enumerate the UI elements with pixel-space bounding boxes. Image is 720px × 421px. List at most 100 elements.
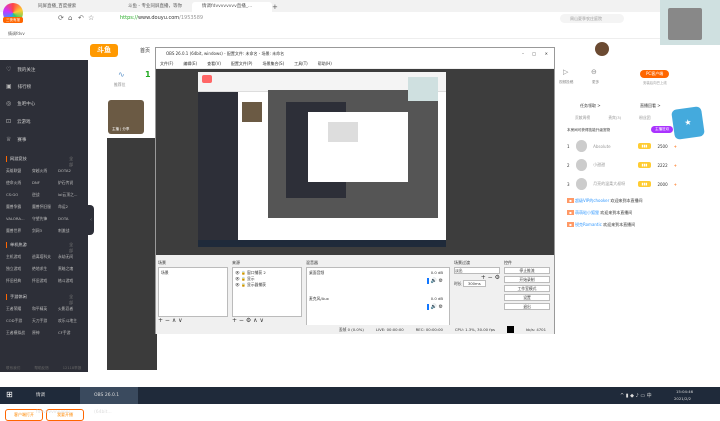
anchor-thumbnail[interactable]: 主播 | 分享: [108, 100, 144, 134]
sidebar-item-cloud-game[interactable]: ⊡ 云游戏: [6, 118, 31, 125]
event-banner-icon[interactable]: ★: [671, 106, 705, 140]
search-input[interactable]: 周山夏季农庄庭院: [560, 14, 624, 23]
sidebar-collapse-button[interactable]: ‹: [88, 205, 94, 235]
tab-douyu[interactable]: 斗鱼 - 专业同屏直播，等你: [118, 2, 190, 12]
rank-row[interactable]: 1 Absolute ▮▮▮ 2500 +: [567, 140, 677, 152]
game-category-link[interactable]: 怀旧经典: [6, 278, 32, 284]
game-category-link[interactable]: CF手游: [58, 330, 84, 336]
footer-link[interactable]: 帮助反馈: [34, 366, 48, 371]
plus-icon[interactable]: +: [674, 163, 677, 168]
game-category-link[interactable]: DOTA2: [58, 168, 84, 174]
game-category-link[interactable]: 逆战: [32, 192, 58, 198]
game-category-link[interactable]: 魔兽怀旧服: [32, 204, 58, 210]
source-item[interactable]: 👁 🔒 显示器捕获: [235, 282, 299, 288]
bookmark-item[interactable]: 情调fdvv: [8, 31, 25, 36]
obs-preview[interactable]: [156, 69, 554, 255]
game-category-link[interactable]: 刺激战: [58, 228, 84, 234]
game-category-link[interactable]: 永劫无间: [58, 254, 84, 260]
game-category-link[interactable]: 命运2: [58, 204, 84, 210]
obs-menu-item[interactable]: 配置文件(P): [231, 59, 253, 68]
obs-menu-item[interactable]: 工具(T): [294, 59, 308, 68]
taskbar-app-obs[interactable]: OBS 26.0.1 (64bit...: [80, 387, 138, 415]
star-icon[interactable]: ☆: [88, 14, 94, 22]
game-category-link[interactable]: 欢乐斗地主: [58, 318, 84, 324]
obs-menu-item[interactable]: 编辑(E): [183, 59, 197, 68]
volume-controls[interactable]: | 🔊 ⚙: [427, 278, 443, 284]
home-icon[interactable]: ⌂: [68, 14, 72, 22]
footer-link[interactable]: 12118举报: [63, 366, 82, 371]
scene-controls[interactable]: + − ∧ ∨: [158, 317, 228, 324]
game-category-link[interactable]: COD手游: [6, 318, 32, 324]
start-recording-button[interactable]: 开始录制: [504, 276, 550, 283]
chat-user[interactable]: 萌萌哒小狐狸: [575, 210, 599, 215]
plus-icon[interactable]: +: [674, 144, 677, 149]
obs-menu-item[interactable]: 帮助(H): [318, 59, 332, 68]
game-category-link[interactable]: DOTA: [58, 216, 84, 222]
see-all-link[interactable]: 全部: [69, 294, 73, 306]
stop-streaming-button[interactable]: 停止推流: [504, 267, 550, 274]
obs-menu-item[interactable]: 查看(V): [207, 59, 221, 68]
chat-user[interactable]: 锐克Romantic: [575, 222, 602, 227]
volume-controls[interactable]: | 🔊 ⚙: [427, 304, 443, 310]
tab-stream[interactable]: 情调fdvvvvvvvv直播_...: [192, 2, 272, 12]
game-category-link[interactable]: CS:GO: [6, 192, 32, 198]
system-tray-icons[interactable]: ^ ▮ ◆ ♪ ▭ 中: [620, 392, 652, 399]
video-upload-icon[interactable]: ▷: [563, 68, 568, 76]
game-category-link[interactable]: 原神: [32, 330, 58, 336]
minimize-button[interactable]: –: [522, 48, 524, 59]
scene-item[interactable]: 场景: [161, 270, 225, 276]
douyu-logo[interactable]: 斗鱼: [90, 44, 118, 57]
game-category-link[interactable]: lol云顶之...: [58, 192, 84, 198]
duration-input[interactable]: 300ms: [462, 280, 486, 287]
sidebar-item-yuba[interactable]: ◎ 鱼吧中心: [6, 100, 35, 107]
game-category-link[interactable]: 英雄联盟: [6, 168, 32, 174]
game-category-link[interactable]: VALORA...: [6, 216, 32, 222]
game-category-link[interactable]: 和平精英: [32, 306, 58, 312]
more-icon[interactable]: ⊖: [591, 68, 597, 76]
game-category-link[interactable]: 王者模拟战: [6, 330, 32, 336]
game-category-link[interactable]: 炉石传说: [58, 180, 84, 186]
settings-button[interactable]: 设置: [504, 294, 550, 301]
plus-icon[interactable]: +: [674, 182, 677, 187]
game-category-link[interactable]: DNF: [32, 180, 58, 186]
taskbar-app-browser[interactable]: 情调fdvvvvvvvvvvv...: [22, 387, 78, 415]
url-input[interactable]: https://www.douyu.com/1953589: [120, 15, 203, 21]
maximize-button[interactable]: □: [532, 48, 536, 59]
undo-icon[interactable]: ↶: [78, 14, 84, 22]
footer-link[interactable]: 联系我们: [6, 366, 20, 371]
video-player[interactable]: [107, 138, 157, 370]
task-link[interactable]: 任务领取 >: [580, 103, 601, 109]
obs-menu-item[interactable]: 文件(F): [160, 59, 173, 68]
tab-baidu[interactable]: 同屏直播_百度搜索: [28, 2, 118, 12]
game-category-link[interactable]: 格斗游戏: [58, 278, 84, 284]
studio-mode-button[interactable]: 工作室模式: [504, 285, 550, 292]
tab-weekly[interactable]: 贡献周榜: [575, 115, 590, 121]
game-category-link[interactable]: 使命火线: [6, 180, 32, 186]
game-category-link[interactable]: 剑网3: [32, 228, 58, 234]
game-category-link[interactable]: 独立游戏: [6, 266, 32, 272]
game-category-link[interactable]: 王者荣耀: [6, 306, 32, 312]
game-category-link[interactable]: 火影忍者: [58, 306, 84, 312]
rank-row[interactable]: 2 小甜甜 ▮▮▮ 2222 +: [567, 159, 677, 171]
pc-client-button[interactable]: PC客户端: [640, 70, 670, 78]
game-category-link[interactable]: 魔兽世界: [6, 228, 32, 234]
rank-row[interactable]: 3 月亮的温柔大叔呀 ▮▮▮ 2000 +: [567, 178, 677, 190]
reload-icon[interactable]: ⟳: [58, 14, 64, 22]
windows-start-icon[interactable]: ⊞: [6, 390, 13, 399]
replay-link[interactable]: 直播回看 >: [640, 103, 661, 109]
chat-user[interactable]: 超级VIP的chooker: [575, 198, 609, 203]
see-all-link[interactable]: 全部: [69, 156, 73, 168]
game-category-link[interactable]: 黑暗之魂: [58, 266, 84, 272]
tab-vip[interactable]: 贵宾(3): [608, 115, 621, 121]
game-category-link[interactable]: 绝地求生: [32, 266, 58, 272]
transition-select[interactable]: 淡出: [454, 267, 500, 274]
sidebar-item-esports[interactable]: ♕ 赛事: [6, 136, 26, 143]
tab-fans[interactable]: 粉丝团: [639, 115, 650, 121]
game-category-link[interactable]: 穿越火线: [32, 168, 58, 174]
close-button[interactable]: ✕: [545, 48, 548, 59]
source-controls[interactable]: + − ⚙ ∧ ∨: [232, 317, 302, 324]
obs-menu-item[interactable]: 场景集合(S): [262, 59, 284, 68]
sidebar-item-follow[interactable]: ♡ 我的关注: [6, 66, 35, 73]
exit-button[interactable]: 退出: [504, 303, 550, 310]
game-category-link[interactable]: 主机游戏: [6, 254, 32, 260]
